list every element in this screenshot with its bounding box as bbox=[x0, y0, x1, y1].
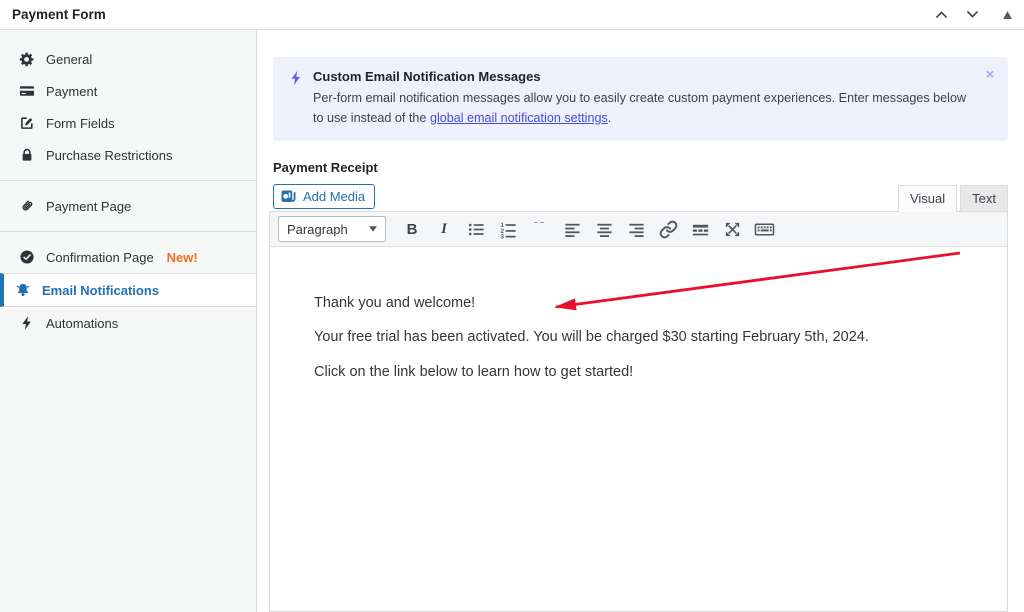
edit-square-icon bbox=[19, 115, 35, 131]
insert-link-button[interactable] bbox=[656, 216, 680, 242]
sidebar-item-label: Confirmation Page bbox=[46, 250, 154, 265]
italic-icon: I bbox=[441, 221, 447, 238]
notification-banner: Custom Email Notification Messages Per-f… bbox=[273, 57, 1008, 141]
svg-text:3: 3 bbox=[500, 233, 504, 238]
bulleted-list-button[interactable] bbox=[464, 216, 488, 242]
media-icon bbox=[281, 189, 297, 204]
fullscreen-button[interactable] bbox=[720, 216, 744, 242]
main-panel: Custom Email Notification Messages Per-f… bbox=[257, 30, 1024, 612]
banner-body: Per-form email notification messages all… bbox=[313, 89, 968, 128]
numbered-list-icon: 123 bbox=[499, 220, 518, 239]
sidebar-item-email-notifications[interactable]: Email Notifications bbox=[0, 273, 256, 307]
sidebar-divider bbox=[0, 231, 256, 232]
gear-icon bbox=[19, 51, 35, 67]
chevron-down-icon[interactable] bbox=[962, 4, 983, 25]
paragraph-format-select[interactable]: Paragraph bbox=[278, 216, 386, 242]
align-right-button[interactable] bbox=[624, 216, 648, 242]
sidebar-item-purchase-restrictions[interactable]: Purchase Restrictions bbox=[0, 139, 256, 171]
receipt-paragraph: Thank you and welcome! bbox=[314, 293, 957, 313]
scroll-top-triangle-icon[interactable] bbox=[1001, 9, 1014, 21]
align-left-icon bbox=[563, 220, 582, 239]
global-email-settings-link[interactable]: global email notification settings bbox=[430, 111, 608, 125]
banner-close-icon[interactable]: × bbox=[986, 67, 994, 81]
align-center-button[interactable] bbox=[592, 216, 616, 242]
sidebar-item-payment-page[interactable]: Payment Page bbox=[0, 190, 256, 222]
receipt-paragraph: Click on the link below to learn how to … bbox=[314, 362, 957, 382]
fullscreen-icon bbox=[723, 220, 742, 239]
add-media-label: Add Media bbox=[303, 189, 365, 204]
sidebar-item-automations[interactable]: Automations bbox=[0, 307, 256, 339]
dropdown-arrow-icon bbox=[369, 226, 377, 232]
tab-text[interactable]: Text bbox=[960, 185, 1008, 212]
lightning-icon bbox=[19, 315, 35, 331]
chevron-up-icon[interactable] bbox=[931, 4, 952, 25]
keyboard-shortcuts-button[interactable] bbox=[752, 216, 776, 242]
banner-text: . bbox=[608, 111, 612, 125]
sidebar-item-general[interactable]: General bbox=[0, 43, 256, 75]
banner-content: Custom Email Notification Messages Per-f… bbox=[313, 69, 968, 128]
numbered-list-button[interactable]: 123 bbox=[496, 216, 520, 242]
sidebar-item-label: Automations bbox=[46, 316, 118, 331]
bell-icon bbox=[15, 282, 31, 298]
page-title: Payment Form bbox=[12, 7, 106, 22]
sidebar-item-label: Purchase Restrictions bbox=[46, 148, 172, 163]
bulleted-list-icon bbox=[467, 220, 486, 239]
paperclip-icon bbox=[19, 198, 35, 214]
sidebar-item-form-fields[interactable]: Form Fields bbox=[0, 107, 256, 139]
keyboard-shortcuts-icon bbox=[754, 220, 775, 239]
settings-sidebar: General Payment Form Fields Purchase Res… bbox=[0, 30, 257, 612]
tab-visual[interactable]: Visual bbox=[898, 185, 957, 212]
link-icon bbox=[659, 220, 678, 239]
sidebar-item-label: Payment Page bbox=[46, 199, 131, 214]
editor-mode-tabs: Visual Text bbox=[898, 185, 1008, 211]
align-right-icon bbox=[627, 220, 646, 239]
sidebar-item-label: General bbox=[46, 52, 92, 67]
header-controls bbox=[931, 4, 1014, 25]
lock-icon bbox=[19, 147, 35, 163]
receipt-paragraph: Your free trial has been activated. You … bbox=[314, 327, 957, 347]
blockquote-icon: “ bbox=[532, 222, 548, 236]
align-left-button[interactable] bbox=[560, 216, 584, 242]
add-media-button[interactable]: Add Media bbox=[273, 184, 375, 209]
banner-title: Custom Email Notification Messages bbox=[313, 69, 968, 84]
banner-text: Per-form email notification messages all… bbox=[313, 91, 966, 125]
editor-toolbar: Paragraph B I 123 “ bbox=[270, 212, 1007, 247]
lightning-bolt-icon bbox=[289, 69, 303, 128]
italic-button[interactable]: I bbox=[432, 216, 456, 242]
credit-card-icon bbox=[19, 83, 35, 99]
window-header: Payment Form bbox=[0, 0, 1024, 30]
sidebar-item-label: Payment bbox=[46, 84, 97, 99]
sidebar-item-label: Email Notifications bbox=[42, 283, 159, 298]
payment-receipt-editor: Paragraph B I 123 “ bbox=[269, 211, 1008, 612]
sidebar-divider bbox=[0, 180, 256, 181]
field-label-payment-receipt: Payment Receipt bbox=[273, 160, 1008, 175]
blockquote-button[interactable]: “ bbox=[528, 216, 552, 242]
new-badge: New! bbox=[167, 250, 198, 265]
read-more-tag-icon bbox=[691, 220, 710, 239]
bold-button[interactable]: B bbox=[400, 216, 424, 242]
paragraph-select-value: Paragraph bbox=[287, 222, 348, 237]
align-center-icon bbox=[595, 220, 614, 239]
sidebar-item-label: Form Fields bbox=[46, 116, 115, 131]
read-more-tag-button[interactable] bbox=[688, 216, 712, 242]
sidebar-item-confirmation-page[interactable]: Confirmation Page New! bbox=[0, 241, 256, 273]
editor-content-area[interactable]: Thank you and welcome! Your free trial h… bbox=[270, 247, 1007, 611]
sidebar-item-payment[interactable]: Payment bbox=[0, 75, 256, 107]
bold-icon: B bbox=[407, 221, 418, 238]
check-circle-icon bbox=[19, 249, 35, 265]
